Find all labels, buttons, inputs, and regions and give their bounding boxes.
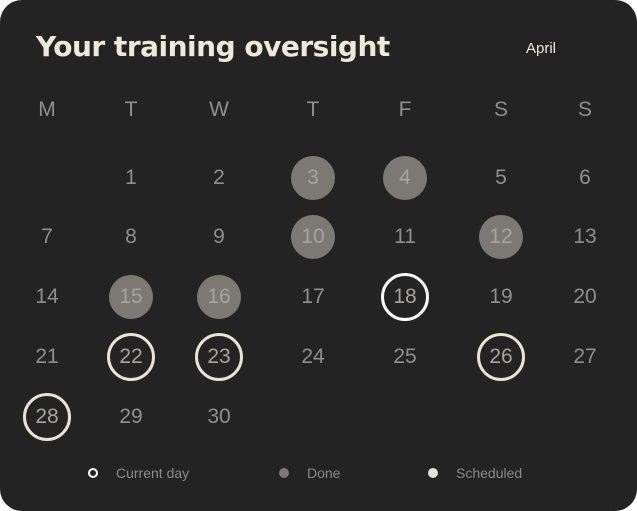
calendar-day-30[interactable]: 30 <box>195 393 243 441</box>
current-day-dot-icon <box>88 468 98 478</box>
weekday-label: S <box>577 98 592 121</box>
legend-done-label: Done <box>307 465 341 481</box>
calendar-day-8[interactable]: 8 <box>107 213 155 261</box>
training-calendar-card: Your training oversight April MTWTFSS 12… <box>0 0 637 511</box>
done-dot-icon <box>279 468 289 478</box>
calendar-day-29[interactable]: 29 <box>107 393 155 441</box>
calendar-day-28[interactable]: 28 <box>23 393 71 441</box>
calendar-day-18[interactable]: 18 <box>381 273 429 321</box>
calendar-day-2[interactable]: 2 <box>195 154 243 202</box>
legend-current-label: Current day <box>116 465 190 481</box>
calendar-day-1[interactable]: 1 <box>107 154 155 202</box>
weekday-label: W <box>209 98 229 121</box>
calendar-day-22[interactable]: 22 <box>107 333 155 381</box>
calendar-day-5[interactable]: 5 <box>477 154 525 202</box>
calendar-day-7[interactable]: 7 <box>23 213 71 261</box>
scheduled-dot-icon <box>428 468 438 478</box>
calendar-day-27[interactable]: 27 <box>561 333 609 381</box>
weekday-label: M <box>38 98 56 121</box>
legend-done: Done <box>279 465 340 481</box>
weekday-label: T <box>124 98 138 121</box>
calendar-day-26[interactable]: 26 <box>477 333 525 381</box>
legend-scheduled-label: Scheduled <box>456 465 523 481</box>
calendar-day-9[interactable]: 9 <box>195 213 243 261</box>
legend-scheduled: Scheduled <box>428 465 522 481</box>
calendar-day-17[interactable]: 17 <box>289 273 337 321</box>
calendar-day-14[interactable]: 14 <box>23 273 71 321</box>
calendar-day-19[interactable]: 19 <box>477 273 525 321</box>
calendar-day-4[interactable]: 4 <box>383 156 427 200</box>
legend-current-day: Current day <box>88 465 189 481</box>
calendar-day-13[interactable]: 13 <box>561 213 609 261</box>
calendar-day-16[interactable]: 16 <box>197 275 241 319</box>
calendar-day-15[interactable]: 15 <box>109 275 153 319</box>
calendar-day-10[interactable]: 10 <box>291 215 335 259</box>
calendar-day-25[interactable]: 25 <box>381 333 429 381</box>
weekday-label: F <box>398 98 412 121</box>
calendar-day-3[interactable]: 3 <box>291 156 335 200</box>
calendar-day-20[interactable]: 20 <box>561 273 609 321</box>
calendar-day-23[interactable]: 23 <box>195 333 243 381</box>
weekday-label: S <box>493 98 508 121</box>
calendar-day-21[interactable]: 21 <box>23 333 71 381</box>
weekday-label: T <box>306 98 320 121</box>
page-title: Your training oversight <box>36 30 390 63</box>
calendar-day-12[interactable]: 12 <box>479 215 523 259</box>
calendar-day-24[interactable]: 24 <box>289 333 337 381</box>
month-label[interactable]: April <box>526 40 556 57</box>
calendar-day-6[interactable]: 6 <box>561 154 609 202</box>
calendar-day-11[interactable]: 11 <box>381 213 429 261</box>
